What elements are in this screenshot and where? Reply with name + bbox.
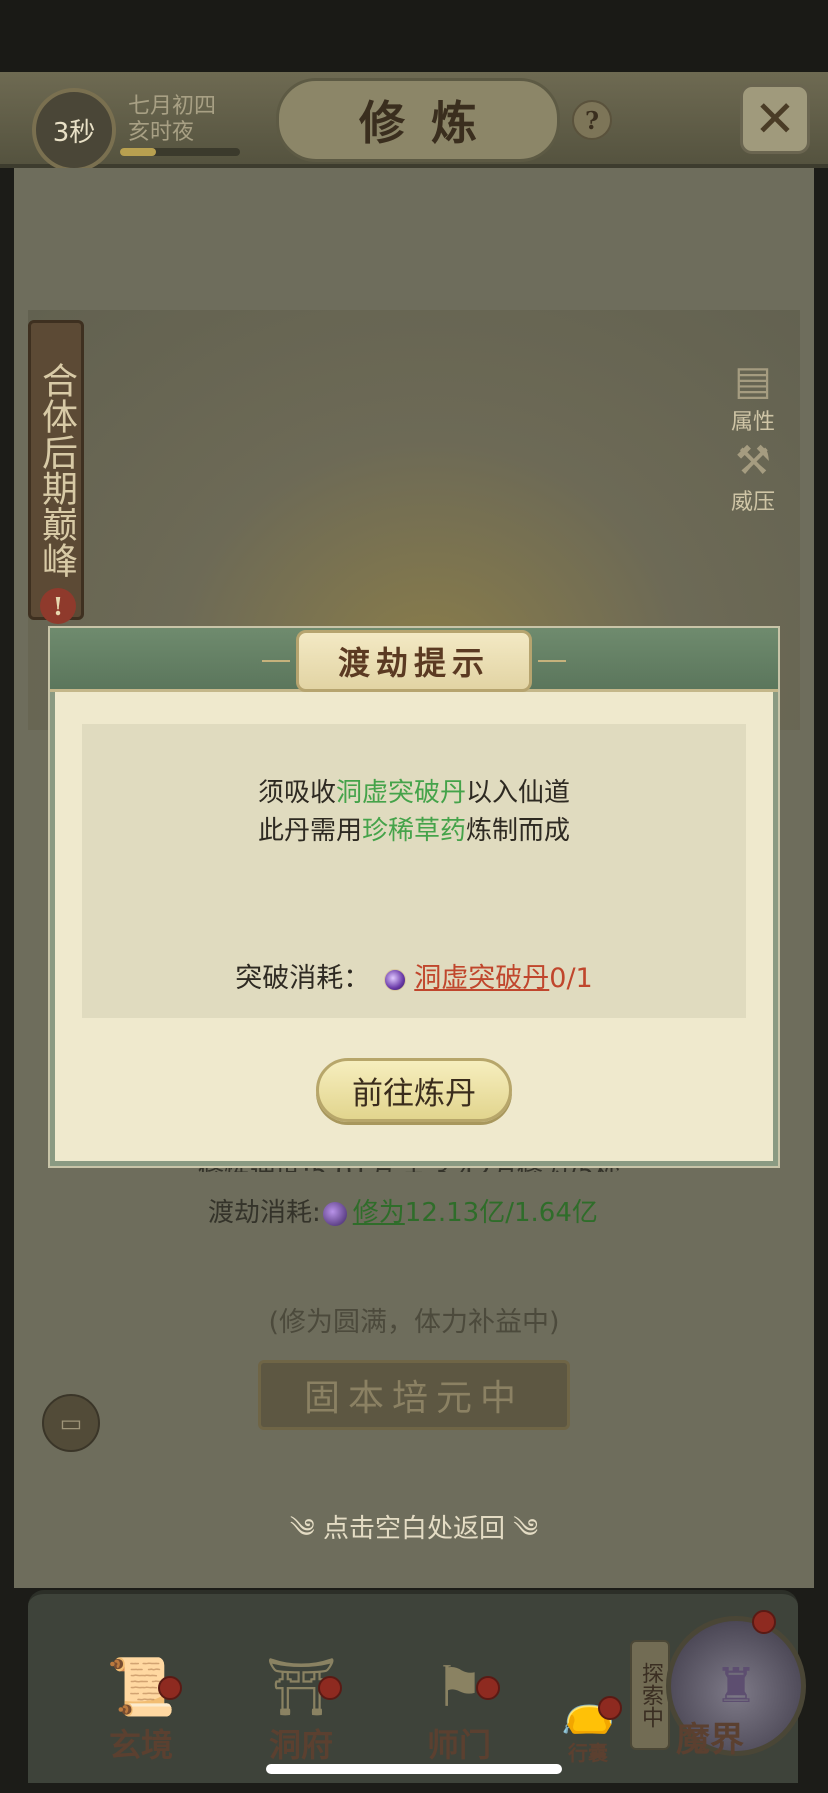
scroll-icon: ▤ — [734, 358, 772, 404]
pressure-button[interactable]: ⚒ 威压 — [716, 420, 790, 516]
cost-count: 0/1 — [549, 963, 593, 994]
home-indicator[interactable] — [266, 1764, 562, 1774]
nav-label: 玄境 — [108, 1726, 173, 1764]
realm-label: 合体后期巅峰 — [28, 320, 84, 620]
cost-item-link[interactable]: 洞虚突破丹 — [414, 963, 549, 994]
swirl-right-icon: ༄ — [505, 1514, 539, 1544]
tribulation-cost-line: 渡劫消耗: 修为12.13亿/1.64亿 — [208, 1192, 598, 1229]
pressure-label: 威压 — [730, 490, 775, 515]
chat-icon[interactable]: ▭ — [42, 1394, 100, 1452]
timer-circle: 3秒 — [32, 88, 116, 172]
status-hint: (修为圆满，体力补益中) — [268, 1307, 560, 1338]
nav-label: 师门 — [426, 1726, 491, 1764]
help-icon[interactable]: ? — [572, 100, 612, 140]
nav-label: 行囊 — [568, 1741, 608, 1765]
go-alchemy-button[interactable]: 前往炼丹 — [316, 1058, 512, 1122]
dialog-title: 渡劫提示 — [296, 630, 532, 692]
cultivation-orb-icon — [322, 1201, 347, 1226]
line1-prefix: 须吸收 — [257, 778, 336, 808]
herb-highlight: 珍稀草药 — [361, 816, 466, 846]
return-hint[interactable]: ༄ 点击空白处返回 ༄ — [0, 1500, 828, 1573]
pill-icon — [384, 968, 407, 991]
notification-badge — [318, 1676, 342, 1700]
close-button[interactable]: ✕ — [740, 84, 810, 154]
notification-badge — [598, 1696, 622, 1720]
realm-alert-icon[interactable]: ! — [40, 588, 76, 624]
notification-badge — [158, 1676, 182, 1700]
dialog-line-1: 须吸收洞虚突破丹以入仙道 — [82, 772, 746, 809]
line1-suffix: 以入仙道 — [466, 778, 571, 808]
explore-tag: 探索中 — [630, 1640, 670, 1750]
timer-progress-bar — [120, 148, 240, 156]
timer-progress-fill — [120, 148, 156, 156]
notification-badge — [476, 1676, 500, 1700]
return-hint-text: 点击空白处返回 — [322, 1514, 505, 1544]
notification-badge — [752, 1610, 776, 1634]
demon-figure-icon: ♜ — [714, 1658, 758, 1714]
pill-name-highlight: 洞虚突破丹 — [335, 778, 466, 808]
tribulation-cost-label: 渡劫消耗: — [208, 1198, 321, 1228]
close-icon: ✕ — [754, 90, 796, 148]
tribulation-cost-item[interactable]: 修为 — [353, 1198, 405, 1228]
page-title: 修炼 — [276, 78, 560, 162]
title-ornament-left — [262, 660, 290, 662]
title-ornament-right — [538, 660, 566, 662]
cost-label: 突破消耗： — [235, 963, 371, 994]
line2-suffix: 炼制而成 — [466, 816, 571, 846]
date-hour: 亥时夜 — [128, 120, 195, 145]
axe-icon: ⚒ — [735, 438, 771, 484]
line2-prefix: 此丹需用 — [257, 816, 362, 846]
demon-realm-label: 魔界 — [676, 1720, 744, 1760]
breakthrough-cost-row: 突破消耗： 洞虚突破丹0/1 — [82, 956, 746, 995]
tribulation-cost-value: 12.13亿/1.64亿 — [404, 1198, 598, 1228]
dialog-line-2: 此丹需用珍稀草药炼制而成 — [82, 810, 746, 847]
nav-label: 洞府 — [268, 1726, 333, 1764]
swirl-left-icon: ༄ — [289, 1514, 323, 1544]
status-strip — [0, 0, 828, 72]
status-button[interactable]: 固本培元中 — [258, 1360, 570, 1430]
